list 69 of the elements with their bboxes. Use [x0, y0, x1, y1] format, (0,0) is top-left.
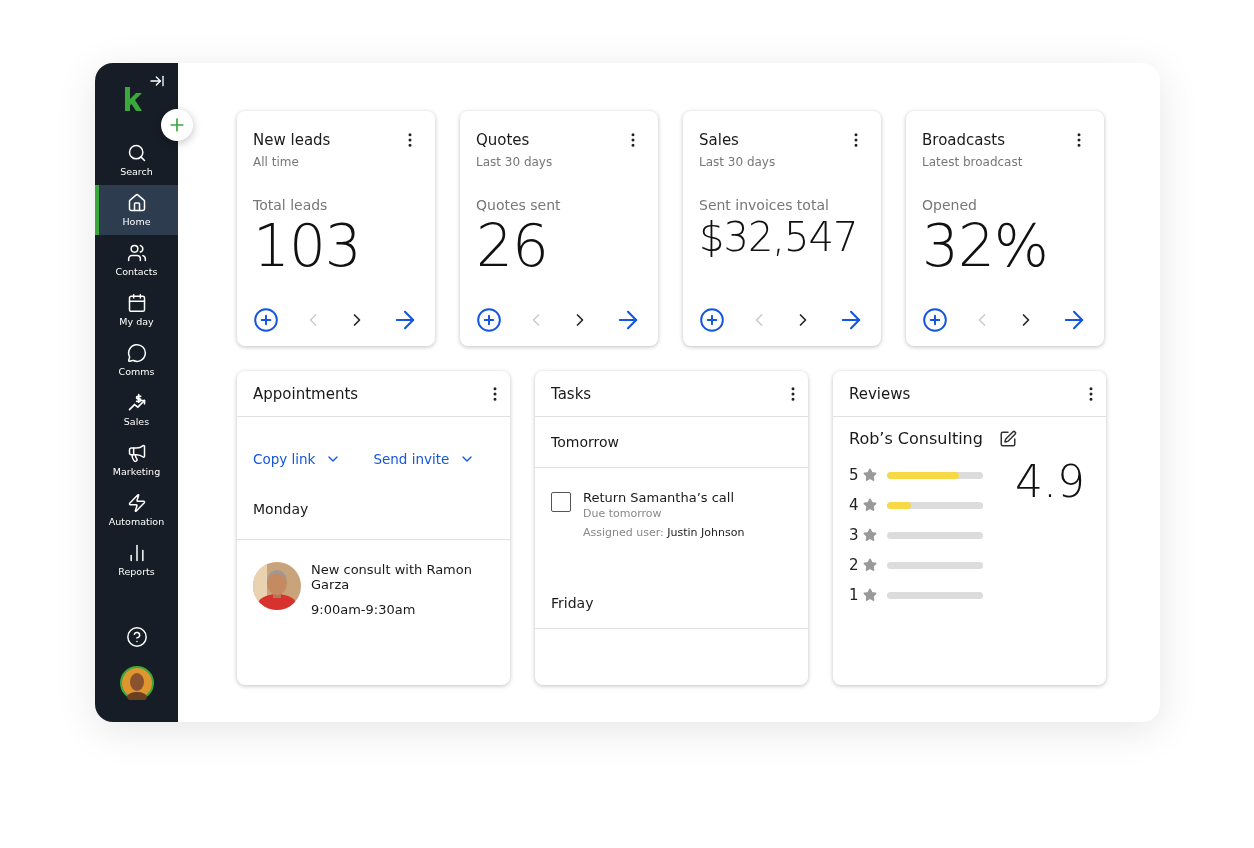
- card-title: New leads: [253, 131, 331, 149]
- card-period: Last 30 days: [699, 155, 777, 169]
- metric-value: 32%: [922, 215, 1049, 279]
- star-icon: [863, 498, 877, 512]
- metric-value: $32,547: [699, 215, 859, 259]
- card-title: Sales: [699, 131, 739, 149]
- metric-label: Sent invoices total: [699, 197, 830, 213]
- nav-item[interactable]: Automation: [95, 485, 178, 535]
- nav-icon: [126, 443, 147, 463]
- nav-icon: [126, 393, 147, 413]
- nav-item[interactable]: Search: [95, 135, 178, 185]
- metric-label: Quotes sent: [476, 197, 562, 213]
- business-name: Rob’s Consulting: [849, 429, 983, 448]
- average-rating: 4.9: [1015, 460, 1085, 509]
- help-icon[interactable]: [125, 626, 148, 648]
- edit-icon[interactable]: [998, 429, 1017, 448]
- card-title: Tasks: [551, 384, 592, 403]
- card-period: Last 30 days: [476, 155, 554, 169]
- card-period: Latest broadcast: [922, 155, 1024, 169]
- collapse-icon[interactable]: [149, 73, 165, 89]
- task-title: Return Samantha’s call: [583, 490, 736, 505]
- star-count: 5: [849, 466, 859, 484]
- card-title: Reviews: [849, 384, 911, 403]
- nav-icon: [126, 343, 147, 363]
- star-count: 3: [849, 526, 859, 544]
- add-icon[interactable]: [922, 307, 948, 333]
- star-icon: [863, 588, 877, 602]
- add-icon[interactable]: [699, 307, 725, 333]
- nav-item[interactable]: Contacts: [95, 235, 178, 285]
- nav-item[interactable]: My day: [95, 285, 178, 335]
- add-button[interactable]: [161, 109, 193, 141]
- star-count: 4: [849, 496, 859, 514]
- metric-label: Total leads: [253, 197, 329, 213]
- day-heading: Tomorrow: [551, 434, 619, 450]
- task-checkbox[interactable]: [551, 492, 571, 512]
- star-count: 1: [849, 586, 859, 604]
- user-avatar[interactable]: [119, 666, 154, 700]
- card-title: Broadcasts: [922, 131, 1005, 149]
- nav-icon: [126, 293, 147, 313]
- star-count: 2: [849, 556, 859, 574]
- card-period: All time: [253, 155, 300, 169]
- event-time: 9:00am-9:30am: [311, 602, 417, 617]
- nav-icon: [126, 243, 147, 263]
- star-icon: [863, 528, 877, 542]
- task-due: Due tomorrow: [583, 507, 663, 520]
- star-icon: [863, 558, 877, 572]
- nav-item[interactable]: Reports: [95, 535, 178, 585]
- dropdown-link[interactable]: Send invite: [373, 451, 476, 467]
- event-title: New consult with Ramon Garza: [311, 562, 473, 592]
- logo-icon: [124, 87, 142, 111]
- card-title: Quotes: [476, 131, 530, 149]
- task-assignee: Assigned user: Justin Johnson: [583, 526, 745, 539]
- nav-icon: [126, 143, 147, 163]
- metric-value: 103: [253, 215, 362, 279]
- nav-icon: [126, 493, 147, 513]
- nav-item[interactable]: Marketing: [95, 435, 178, 485]
- metric-value: 26: [476, 215, 549, 279]
- card-title: Appointments: [253, 384, 359, 403]
- nav-icon: [126, 193, 147, 213]
- nav-item[interactable]: Comms: [95, 335, 178, 385]
- nav-item[interactable]: Sales: [95, 385, 178, 435]
- dropdown-link[interactable]: Copy link: [253, 451, 342, 467]
- star-icon: [863, 468, 877, 482]
- day-heading: Friday: [551, 595, 594, 611]
- metric-label: Opened: [922, 197, 978, 213]
- add-icon[interactable]: [476, 307, 502, 333]
- day-heading: Monday: [253, 501, 309, 517]
- nav-item[interactable]: Home: [95, 185, 178, 235]
- add-icon[interactable]: [253, 307, 279, 333]
